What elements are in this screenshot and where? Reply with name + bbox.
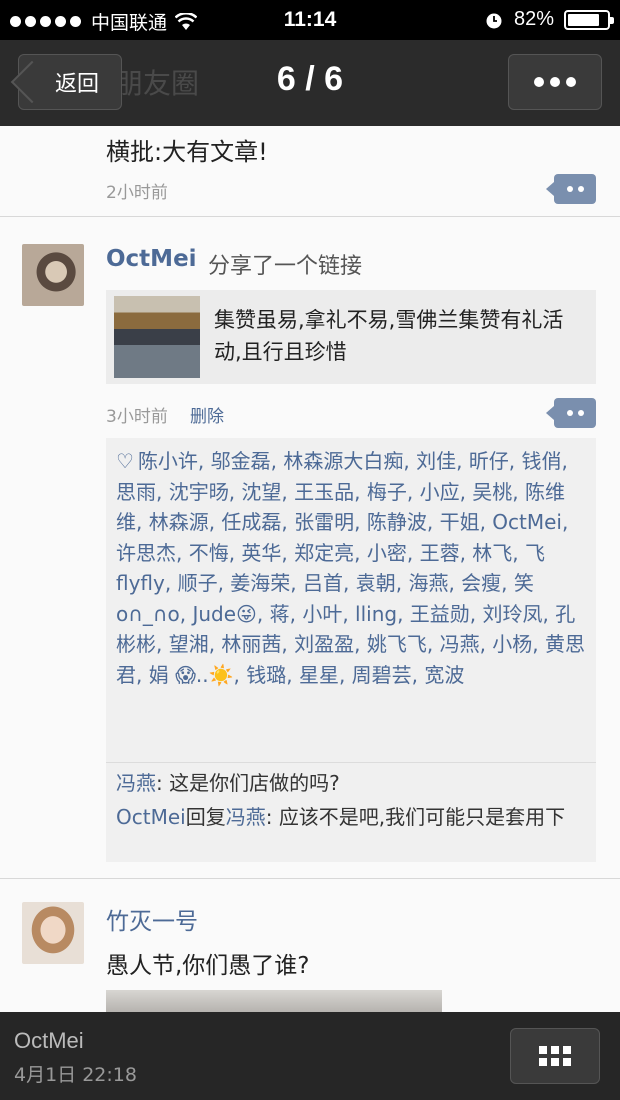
avatar[interactable] [22, 902, 84, 964]
post-text: 愚人节,你们愚了谁? [106, 953, 310, 979]
battery-percent: 82% [513, 8, 554, 30]
likes-list: ♡ 陈小许, 邬金磊, 林森源大白痴, 刘佳, 昕仔, 钱俏, 思雨, 沈宇旸, … [116, 446, 591, 690]
post-divider [0, 878, 620, 879]
post-image[interactable] [106, 990, 442, 1012]
post-time: 3小时前 [106, 407, 168, 427]
commenter-name[interactable]: 冯燕 [116, 771, 156, 795]
reply-to-name[interactable]: 冯燕 [226, 805, 266, 829]
comment-text: 应该不是吧,我们可能只是套用下 [278, 805, 566, 829]
author-name[interactable]: OctMei [106, 246, 197, 272]
delete-link[interactable]: 删除 [190, 402, 224, 427]
comment-item[interactable]: OctMei回复冯燕: 应该不是吧,我们可能只是套用下 [116, 802, 591, 832]
link-thumbnail [114, 296, 200, 378]
comment-bubble-icon[interactable] [546, 398, 596, 428]
heart-icon: ♡ [116, 449, 134, 473]
author-name[interactable]: 竹灭一号 [106, 902, 198, 936]
grid-icon [539, 1046, 547, 1054]
post-time: 2小时前 [106, 183, 168, 203]
status-right: 82% [484, 8, 614, 31]
moments-feed[interactable]: 横批:大有文章! 2小时前 OctMei 分享了一个链接 集赞虽易,拿礼不易,雪… [0, 126, 620, 1012]
reply-word: 回复 [185, 805, 226, 829]
viewer-datetime: 4月1日 22:18 [14, 1064, 137, 1086]
comment-text: 这是你们店做的吗? [169, 771, 340, 795]
battery-icon [564, 9, 614, 30]
status-bar: 中国联通 11:14 82% [0, 0, 620, 40]
shared-link-card[interactable]: 集赞虽易,拿礼不易,雪佛兰集赞有礼活动,且行且珍惜 [106, 290, 596, 384]
comment-item[interactable]: 冯燕: 这是你们店做的吗? [116, 768, 591, 798]
more-dots-icon [534, 77, 544, 87]
avatar[interactable] [22, 244, 84, 306]
likes-and-comments: ♡ 陈小许, 邬金磊, 林森源大白痴, 刘佳, 昕仔, 钱俏, 思雨, 沈宇旸, … [106, 438, 596, 862]
grid-button[interactable] [510, 1028, 600, 1084]
post-divider [0, 216, 620, 217]
link-title: 集赞虽易,拿礼不易,雪佛兰集赞有礼活动,且行且珍惜 [214, 308, 564, 364]
bottom-toolbar: OctMei 4月1日 22:18 [0, 1012, 620, 1100]
battery-level [568, 13, 599, 26]
nav-bar: 朋友圈 返回 6 / 6 [0, 40, 620, 126]
viewer-author-name: OctMei [14, 1028, 84, 1053]
alarm-clock-icon [486, 13, 502, 28]
commenter-name[interactable]: OctMei [116, 805, 186, 829]
more-button[interactable] [508, 54, 602, 110]
comment-bubble-icon[interactable] [546, 174, 596, 204]
post-text: 横批:大有文章! [106, 138, 268, 166]
comment-separator [106, 762, 596, 763]
share-action-label: 分享了一个链接 [208, 254, 363, 279]
likes-names[interactable]: 陈小许, 邬金磊, 林森源大白痴, 刘佳, 昕仔, 钱俏, 思雨, 沈宇旸, 沈… [116, 449, 585, 687]
